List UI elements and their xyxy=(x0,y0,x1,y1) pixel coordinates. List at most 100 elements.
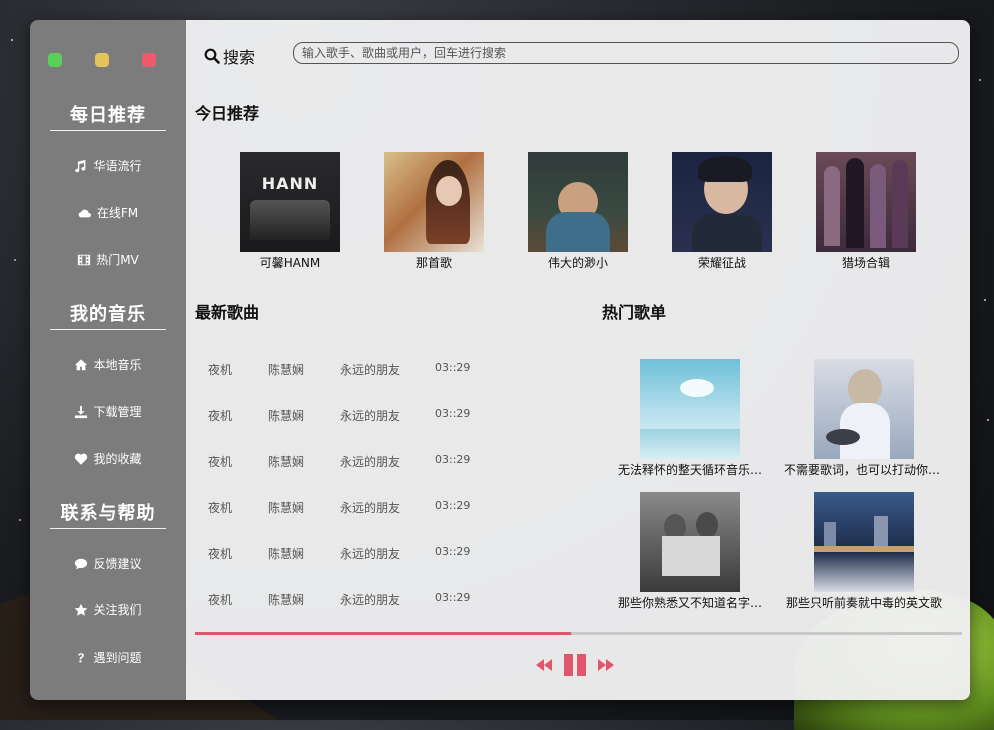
section-title-my-music: 我的音乐 xyxy=(50,300,166,330)
song-row[interactable]: 夜机 陈慧娴 永远的朋友 03::29 xyxy=(208,453,495,470)
album-name: 伟大的渺小 xyxy=(547,256,608,270)
song-album: 永远的朋友 xyxy=(340,547,401,561)
sidebar-item-label: 我的收藏 xyxy=(93,452,142,466)
sidebar-item-label: 关注我们 xyxy=(93,603,142,617)
song-row[interactable]: 夜机 陈慧娴 永远的朋友 03::29 xyxy=(208,591,495,608)
playlist-name: 那些你熟悉又不知道名字… xyxy=(617,596,762,610)
song-album: 永远的朋友 xyxy=(340,593,401,607)
album-logo-hann: HANN xyxy=(261,174,319,193)
song-duration: 03::29 xyxy=(435,499,471,512)
playlist-card[interactable]: 那些你熟悉又不知道名字… xyxy=(610,492,770,611)
song-artist: 陈慧娴 xyxy=(268,363,305,377)
sidebar-item-online-fm[interactable]: 在线FM xyxy=(30,204,186,221)
playlist-name: 无法释怀的整天循环音乐… xyxy=(617,463,762,477)
question-icon xyxy=(78,652,85,662)
sidebar-item-problems[interactable]: 遇到问题 xyxy=(30,649,186,666)
song-album: 永远的朋友 xyxy=(340,455,401,469)
song-title: 夜机 xyxy=(208,547,233,561)
sidebar-item-favorites[interactable]: 我的收藏 xyxy=(30,450,186,467)
song-row[interactable]: 夜机 陈慧娴 永远的朋友 03::29 xyxy=(208,361,495,378)
sidebar-item-label: 在线FM xyxy=(96,206,139,220)
album-cover: HANN xyxy=(240,152,340,252)
sidebar-item-local-music[interactable]: 本地音乐 xyxy=(30,356,186,373)
song-album: 永远的朋友 xyxy=(340,363,401,377)
song-album: 永远的朋友 xyxy=(340,501,401,515)
pause-icon[interactable] xyxy=(564,654,586,676)
playback-progress-fill xyxy=(195,632,571,635)
song-title: 夜机 xyxy=(208,409,233,423)
album-cover xyxy=(384,152,484,252)
playlist-card[interactable]: 无法释怀的整天循环音乐… xyxy=(610,359,770,478)
playlist-name: 那些只听前奏就中毒的英文歌 xyxy=(785,596,942,610)
song-artist: 陈慧娴 xyxy=(268,501,305,515)
playlist-card[interactable]: 那些只听前奏就中毒的英文歌 xyxy=(784,492,944,611)
playlist-cover xyxy=(814,492,914,592)
search-input[interactable] xyxy=(293,42,959,64)
song-row[interactable]: 夜机 陈慧娴 永远的朋友 03::29 xyxy=(208,499,495,516)
comment-icon xyxy=(75,558,88,569)
today-recommend-title: 今日推荐 xyxy=(195,104,260,123)
song-row[interactable]: 夜机 陈慧娴 永远的朋友 03::29 xyxy=(208,545,495,562)
playback-progress-bar[interactable] xyxy=(195,632,962,635)
sidebar-item-downloads[interactable]: 下载管理 xyxy=(30,403,186,420)
player-controls xyxy=(536,654,614,676)
search-icon xyxy=(204,48,220,64)
cloud-icon xyxy=(78,209,91,217)
playlist-cover xyxy=(814,359,914,459)
song-duration: 03::29 xyxy=(435,407,471,420)
song-artist: 陈慧娴 xyxy=(268,547,305,561)
next-track-icon[interactable] xyxy=(598,659,614,671)
main-content: 搜索 今日推荐 HANN 可馨HANM 那首歌 伟大的渺小 xyxy=(186,20,970,700)
song-duration: 03::29 xyxy=(435,545,471,558)
sidebar-item-mandopop[interactable]: 华语流行 xyxy=(30,157,186,174)
sidebar-item-label: 本地音乐 xyxy=(93,358,142,372)
window-minimize-button[interactable] xyxy=(48,53,62,67)
playlist-cover xyxy=(640,492,740,592)
album-cover xyxy=(672,152,772,252)
playlist-cover xyxy=(640,359,740,459)
previous-track-icon[interactable] xyxy=(536,659,552,671)
album-name: 荣耀征战 xyxy=(697,256,746,270)
album-card[interactable]: 猎场合辑 xyxy=(801,152,931,271)
song-duration: 03::29 xyxy=(435,453,471,466)
download-icon xyxy=(75,405,88,418)
sidebar-item-hot-mv[interactable]: 热门MV xyxy=(30,251,186,268)
song-duration: 03::29 xyxy=(435,361,471,374)
song-row[interactable]: 夜机 陈慧娴 永远的朋友 03::29 xyxy=(208,407,495,424)
sidebar-item-label: 反馈建议 xyxy=(93,557,142,571)
album-name: 那首歌 xyxy=(415,256,452,270)
song-title: 夜机 xyxy=(208,455,233,469)
album-card[interactable]: 伟大的渺小 xyxy=(513,152,643,271)
sidebar-item-label: 华语流行 xyxy=(93,159,142,173)
album-cover xyxy=(528,152,628,252)
song-artist: 陈慧娴 xyxy=(268,593,305,607)
playlist-name: 不需要歌词，也可以打动你的心 xyxy=(784,463,944,477)
album-card[interactable]: 荣耀征战 xyxy=(657,152,787,271)
section-title-daily: 每日推荐 xyxy=(50,101,166,131)
film-icon xyxy=(78,254,91,265)
sidebar: 每日推荐 华语流行 在线FM 热门MV 我的音乐 本地音乐 下载管理 我的收藏 … xyxy=(30,20,186,700)
song-artist: 陈慧娴 xyxy=(268,409,305,423)
sidebar-item-label: 下载管理 xyxy=(93,405,142,419)
song-duration: 03::29 xyxy=(435,591,471,604)
song-title: 夜机 xyxy=(208,593,233,607)
hot-playlists-title: 热门歌单 xyxy=(602,303,667,322)
album-name: 可馨HANM xyxy=(259,256,321,270)
latest-songs-title: 最新歌曲 xyxy=(195,303,260,322)
home-icon xyxy=(75,358,88,370)
album-card[interactable]: HANN 可馨HANM xyxy=(225,152,355,271)
album-card[interactable]: 那首歌 xyxy=(369,152,499,271)
window-maximize-button[interactable] xyxy=(95,53,109,67)
window-close-button[interactable] xyxy=(142,53,156,67)
sidebar-item-follow-us[interactable]: 关注我们 xyxy=(30,601,186,618)
star-icon xyxy=(75,603,88,616)
album-name: 猎场合辑 xyxy=(841,256,890,270)
sidebar-item-feedback[interactable]: 反馈建议 xyxy=(30,555,186,572)
song-artist: 陈慧娴 xyxy=(268,455,305,469)
song-title: 夜机 xyxy=(208,501,233,515)
sidebar-item-label: 热门MV xyxy=(96,253,139,267)
window-controls xyxy=(48,53,156,67)
playlist-card[interactable]: 不需要歌词，也可以打动你的心 xyxy=(784,359,944,478)
search-button[interactable]: 搜索 xyxy=(204,44,255,68)
album-cover xyxy=(816,152,916,252)
